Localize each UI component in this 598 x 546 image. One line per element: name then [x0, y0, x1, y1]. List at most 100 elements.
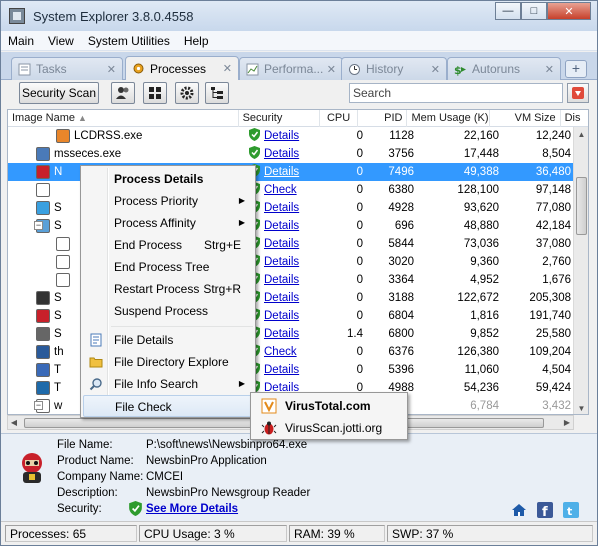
- column-vm-size[interactable]: VM Size: [490, 110, 561, 127]
- menu-item-process-affinity[interactable]: Process Affinity ▶: [83, 212, 253, 234]
- menu-bar: Main View System Utilities Help: [1, 31, 597, 51]
- security-details-link[interactable]: Details: [264, 220, 299, 232]
- home-icon[interactable]: [511, 502, 527, 518]
- cell-pid: 3364: [388, 274, 414, 286]
- tab-close-icon[interactable]: ✕: [107, 63, 116, 76]
- cell-security: Check: [245, 343, 329, 361]
- cell-security: Details: [245, 145, 329, 163]
- tab-performance[interactable]: Performa... ✕: [239, 57, 343, 80]
- file-details-icon: [90, 333, 102, 347]
- windows-button[interactable]: [143, 82, 167, 104]
- facebook-icon[interactable]: f: [537, 502, 553, 518]
- tree-collapse-icon[interactable]: −: [34, 401, 43, 410]
- minimize-button[interactable]: —: [495, 2, 521, 20]
- menu-item-process-details[interactable]: Process Details: [83, 168, 253, 190]
- settings-button[interactable]: [175, 82, 199, 104]
- submenu-item-label: VirusTotal.com: [285, 399, 371, 413]
- tab-history[interactable]: History ✕: [341, 57, 447, 80]
- menu-help[interactable]: Help: [177, 34, 216, 48]
- security-details-link[interactable]: Details: [264, 364, 299, 376]
- tab-close-icon[interactable]: ✕: [327, 63, 336, 76]
- security-details-link[interactable]: Details: [264, 292, 299, 304]
- vertical-scroll-thumb[interactable]: [576, 177, 587, 235]
- twitter-icon[interactable]: t: [563, 502, 579, 518]
- maximize-button[interactable]: □: [521, 2, 547, 20]
- cell-pid: 3188: [388, 292, 414, 304]
- scroll-right-icon[interactable]: ▶: [561, 415, 573, 430]
- process-icon: [36, 309, 50, 323]
- table-row[interactable]: msseces.exe Details 0 3756 17,448 8,504: [8, 145, 575, 163]
- search-input[interactable]: Search: [349, 83, 563, 103]
- column-pid[interactable]: PID: [358, 110, 408, 127]
- processes-gear-icon: [133, 63, 144, 74]
- file-check-submenu: VirusTotal.com VirusScan.jotti.org: [250, 392, 408, 440]
- menu-item-file-check[interactable]: File Check: [83, 395, 253, 417]
- users-button[interactable]: [111, 82, 135, 104]
- security-details-link[interactable]: Details: [264, 238, 299, 250]
- cell-cpu: 0: [356, 184, 363, 196]
- submenu-item-virustotal[interactable]: VirusTotal.com: [255, 395, 405, 417]
- tab-processes[interactable]: Processes ✕: [125, 56, 239, 80]
- submenu-item-jotti[interactable]: VirusScan.jotti.org: [255, 417, 405, 439]
- security-details-link[interactable]: Check: [264, 346, 297, 358]
- security-details-link[interactable]: Details: [264, 310, 299, 322]
- tab-tasks[interactable]: Tasks ✕: [11, 57, 123, 80]
- table-row[interactable]: LCDRSS.exe Details 0 1128 22,160 12,240: [8, 127, 575, 145]
- column-mem-usage[interactable]: Mem Usage (K): [407, 110, 491, 127]
- menu-main[interactable]: Main: [1, 34, 41, 48]
- tab-close-icon[interactable]: ✕: [431, 63, 440, 76]
- cell-pid: 4928: [388, 202, 414, 214]
- tab-autoruns[interactable]: $ Autoruns ✕: [447, 57, 561, 80]
- process-icon: [36, 183, 50, 197]
- cell-vm-size: 59,424: [535, 382, 571, 394]
- menu-item-end-process-tree[interactable]: End Process Tree: [83, 256, 253, 278]
- security-details-link[interactable]: Check: [264, 184, 297, 196]
- add-tab-button[interactable]: +: [565, 60, 587, 78]
- see-more-details-link[interactable]: See More Details: [146, 503, 238, 515]
- menu-system-utilities[interactable]: System Utilities: [81, 34, 177, 48]
- cell-cpu: 0: [356, 364, 363, 376]
- menu-item-file-details[interactable]: File Details: [83, 329, 253, 351]
- menu-item-file-directory-explore[interactable]: File Directory Explore: [83, 351, 253, 373]
- security-details-link[interactable]: Details: [264, 130, 299, 142]
- security-details-link[interactable]: Details: [264, 202, 299, 214]
- jotti-bug-icon: [261, 421, 277, 435]
- security-details-link[interactable]: Details: [264, 166, 299, 178]
- security-details-link[interactable]: Details: [264, 256, 299, 268]
- security-scan-button[interactable]: Security Scan: [19, 82, 99, 104]
- vertical-scrollbar[interactable]: ▲ ▼: [573, 127, 588, 414]
- download-arrow-icon: [572, 87, 584, 99]
- menu-item-restart-process[interactable]: Restart Process Strg+R: [83, 278, 253, 300]
- column-cpu[interactable]: CPU: [320, 110, 358, 127]
- tree-collapse-icon[interactable]: −: [34, 221, 43, 230]
- tab-close-icon[interactable]: ✕: [223, 62, 232, 75]
- security-details-link[interactable]: Details: [264, 148, 299, 160]
- tab-close-icon[interactable]: ✕: [545, 63, 554, 76]
- cell-vm-size: 2,760: [542, 256, 571, 268]
- menu-item-suspend-process[interactable]: Suspend Process: [83, 300, 253, 322]
- scroll-up-icon[interactable]: ▲: [574, 127, 588, 142]
- scroll-left-icon[interactable]: ◀: [8, 415, 20, 430]
- main-window: System Explorer 3.8.0.4558 — □ ✕ Main Vi…: [0, 0, 598, 546]
- tree-view-button[interactable]: [205, 82, 229, 104]
- status-bar: Processes: 65 CPU Usage: 3 % RAM: 39 % S…: [1, 521, 597, 545]
- close-button[interactable]: ✕: [547, 2, 591, 20]
- search-options-button[interactable]: [567, 83, 589, 103]
- tab-tasks-label: Tasks: [36, 62, 67, 76]
- menu-item-file-info-search[interactable]: File Info Search ▶: [83, 373, 253, 395]
- scroll-down-icon[interactable]: ▼: [574, 401, 588, 414]
- title-bar[interactable]: System Explorer 3.8.0.4558 — □ ✕: [1, 1, 597, 31]
- security-details-link[interactable]: Details: [264, 274, 299, 286]
- column-security[interactable]: Security: [239, 110, 321, 127]
- column-dis[interactable]: Dis: [561, 110, 588, 127]
- menu-item-end-process[interactable]: End Process Strg+E: [83, 234, 253, 256]
- security-details-link[interactable]: Details: [264, 328, 299, 340]
- cell-cpu: 0: [356, 292, 363, 304]
- column-image-name[interactable]: Image Name ▲: [8, 110, 239, 127]
- process-name: S: [54, 292, 62, 304]
- menu-view[interactable]: View: [41, 34, 81, 48]
- process-details-panel: File Name: P:\soft\news\Newsbinpro64.exe…: [1, 433, 597, 521]
- menu-item-process-priority[interactable]: Process Priority ▶: [83, 190, 253, 212]
- cell-cpu: 0: [356, 346, 363, 358]
- window-title: System Explorer 3.8.0.4558: [33, 8, 194, 24]
